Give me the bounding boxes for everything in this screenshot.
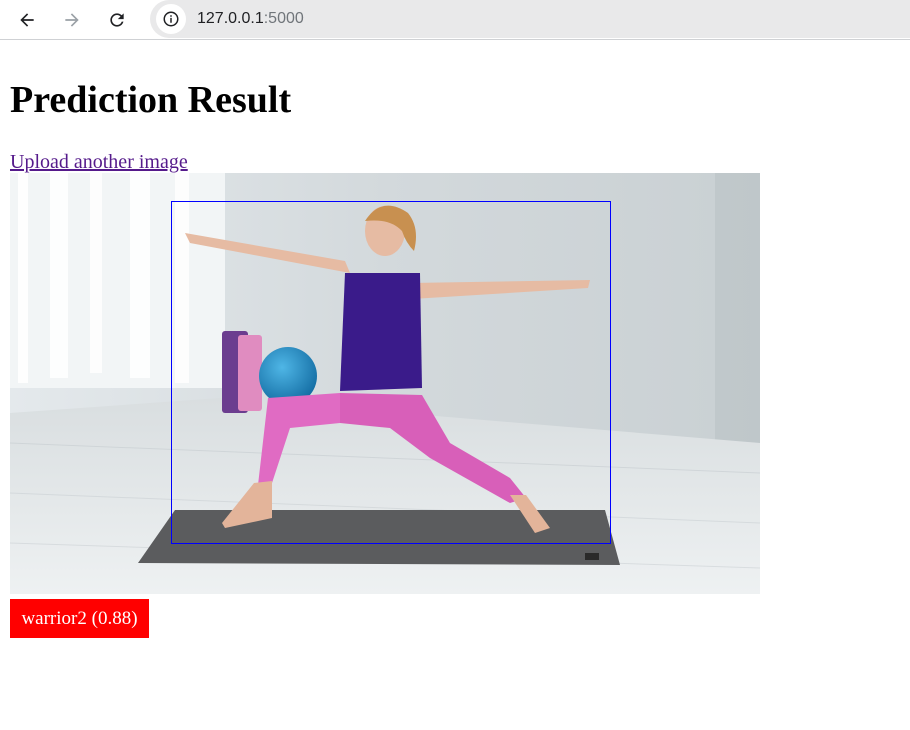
result-image bbox=[10, 173, 760, 594]
prediction-label: warrior2 (0.88) bbox=[10, 599, 149, 638]
reload-button[interactable] bbox=[102, 5, 132, 35]
back-button[interactable] bbox=[12, 5, 42, 35]
arrow-left-icon bbox=[20, 13, 34, 27]
detection-bounding-box bbox=[171, 201, 611, 544]
forward-button[interactable] bbox=[57, 5, 87, 35]
url-port: :5000 bbox=[263, 10, 304, 27]
upload-another-image-link[interactable]: Upload another image bbox=[10, 150, 188, 174]
url-host: 127.0.0.1 bbox=[197, 10, 264, 27]
arrow-right-icon bbox=[65, 13, 79, 27]
info-icon bbox=[163, 11, 179, 27]
address-bar[interactable]: 127.0.0.1:5000 bbox=[150, 0, 910, 38]
url-text[interactable]: 127.0.0.1:5000 bbox=[197, 10, 304, 28]
site-info-button[interactable] bbox=[156, 4, 186, 34]
reload-icon bbox=[110, 13, 124, 27]
browser-toolbar: 127.0.0.1:5000 bbox=[0, 0, 910, 40]
page-title: Prediction Result bbox=[10, 79, 292, 121]
